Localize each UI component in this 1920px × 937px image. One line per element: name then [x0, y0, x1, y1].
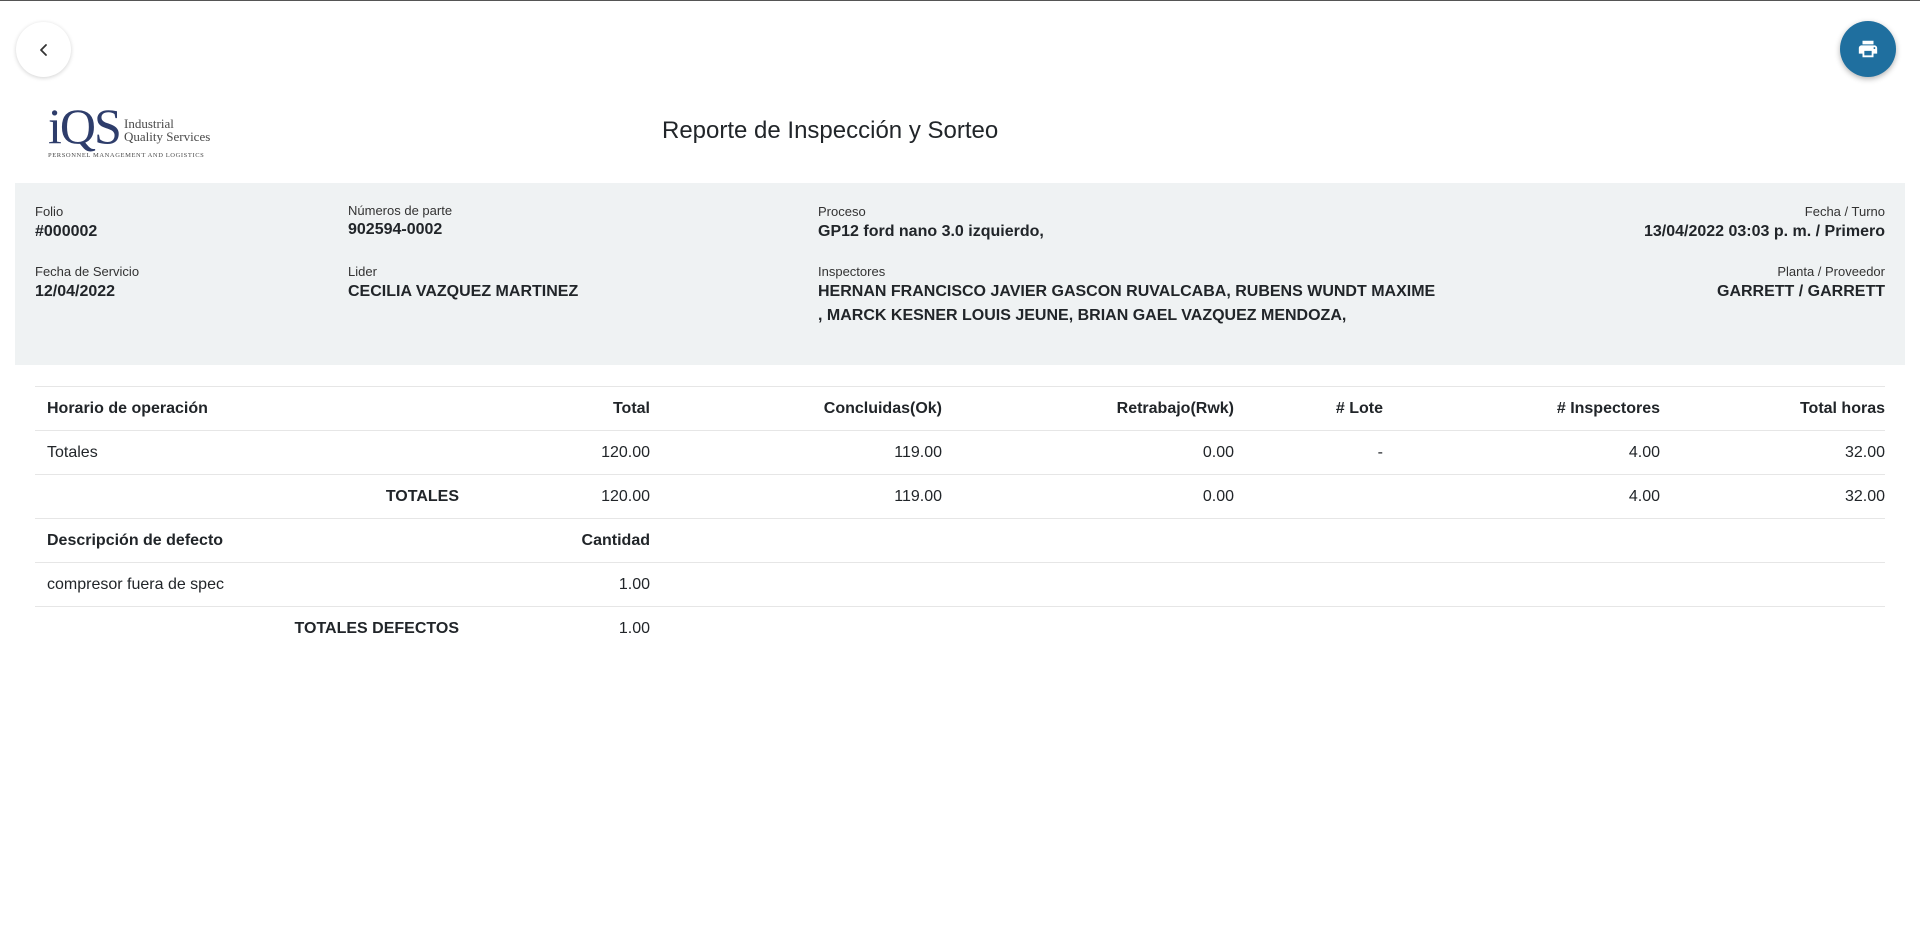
operations-header-row: Horario de operación Total Concluidas(Ok…	[35, 386, 1885, 430]
printer-icon	[1858, 40, 1878, 58]
field-part-numbers: Números de parte 902594-0002	[348, 204, 452, 242]
table-cell: compresor fuera de spec	[47, 576, 224, 593]
header-cell: # Inspectores	[1556, 400, 1660, 417]
table-cell: 0.00	[1202, 444, 1234, 461]
field-value: GARRETT / GARRETT	[1717, 283, 1885, 300]
header-cell: Total horas	[1799, 400, 1885, 417]
header-cell: Cantidad	[581, 532, 650, 549]
field-value: 13/04/2022 03:03 p. m. / Primero	[1643, 223, 1885, 240]
header-cell: Horario de operación	[47, 400, 208, 417]
table-cell: 4.00	[1628, 488, 1660, 505]
field-label: Inspectores	[818, 264, 886, 279]
table-cell: 1.00	[618, 620, 650, 637]
table-cell: Totales	[47, 444, 98, 461]
field-service-date: Fecha de Servicio 12/04/2022	[35, 264, 139, 304]
report-info-panel: Folio #000002 Números de parte 902594-00…	[15, 183, 1905, 365]
table-cell: -	[1377, 444, 1383, 461]
field-plant-supplier: Planta / Proveedor GARRETT / GARRETT	[1717, 264, 1885, 304]
table-row: compresor fuera de spec 1.00	[35, 562, 1885, 606]
header-cell: Retrabajo(Rwk)	[1116, 400, 1234, 417]
report-title: Reporte de Inspección y Sorteo	[662, 117, 999, 144]
field-value-line1: HERNAN FRANCISCO JAVIER GASCON RUVALCABA…	[818, 283, 1436, 300]
field-label: Números de parte	[348, 203, 453, 218]
field-value: GP12 ford nano 3.0 izquierdo,	[818, 223, 1044, 240]
table-cell: 1.00	[618, 576, 650, 593]
totals-label: TOTALES DEFECTOS	[294, 620, 459, 637]
table-cell: 0.00	[1202, 488, 1234, 505]
table-cell: 32.00	[1844, 444, 1885, 461]
company-logo: iQS Industrial Quality Services PERSONNE…	[48, 98, 211, 162]
defects-header-row: Descripción de defecto Cantidad	[35, 518, 1885, 562]
print-button[interactable]	[1840, 21, 1896, 77]
chevron-left-icon	[39, 43, 47, 56]
header-cell: Concluidas(Ok)	[823, 400, 942, 417]
top-border	[0, 0, 1920, 1]
header-cell: Descripción de defecto	[47, 532, 224, 549]
header-cell: Total	[612, 400, 650, 417]
table-row: Totales 120.00 119.00 0.00 - 4.00 32.00	[35, 430, 1885, 474]
report-table: Horario de operación Total Concluidas(Ok…	[35, 386, 1885, 650]
field-value: 902594-0002	[348, 221, 443, 238]
table-cell: 119.00	[894, 488, 942, 505]
field-leader: Lider CECILIA VAZQUEZ MARTINEZ	[348, 264, 578, 304]
logo-tagline: PERSONNEL MANAGEMENT AND LOGISTICS	[48, 152, 205, 159]
table-cell: 120.00	[601, 444, 650, 461]
header-cell: # Lote	[1335, 400, 1383, 417]
field-date-shift: Fecha / Turno 13/04/2022 03:03 p. m. / P…	[1644, 204, 1885, 244]
field-value-line2: , MARCK KESNER LOUIS JEUNE, BRIAN GAEL V…	[818, 307, 1347, 324]
field-label: Fecha de Servicio	[35, 264, 140, 279]
logo-name-line2: Quality Services	[124, 129, 211, 144]
field-process: Proceso GP12 ford nano 3.0 izquierdo,	[818, 204, 1044, 244]
field-value: CECILIA VAZQUEZ MARTINEZ	[348, 283, 579, 300]
field-label: Proceso	[818, 204, 866, 219]
field-folio: Folio #000002	[35, 204, 97, 244]
table-cell: 32.00	[1844, 488, 1885, 505]
field-label: Lider	[348, 264, 377, 279]
table-cell: 119.00	[894, 444, 942, 461]
table-cell: 4.00	[1628, 444, 1660, 461]
field-label: Planta / Proveedor	[1777, 264, 1885, 279]
defects-totals-row: TOTALES DEFECTOS 1.00	[35, 606, 1885, 650]
totals-label: TOTALES	[385, 488, 459, 505]
field-value: 12/04/2022	[35, 283, 116, 300]
field-label: Fecha / Turno	[1804, 204, 1885, 219]
table-cell: 120.00	[601, 488, 650, 505]
field-label: Folio	[35, 204, 64, 219]
field-value: #000002	[35, 223, 98, 240]
field-inspectors: Inspectores HERNAN FRANCISCO JAVIER GASC…	[818, 264, 1435, 328]
operations-totals-row: TOTALES 120.00 119.00 0.00 4.00 32.00	[35, 474, 1885, 518]
logo-mark: iQS	[48, 98, 122, 154]
back-button[interactable]	[16, 22, 71, 77]
